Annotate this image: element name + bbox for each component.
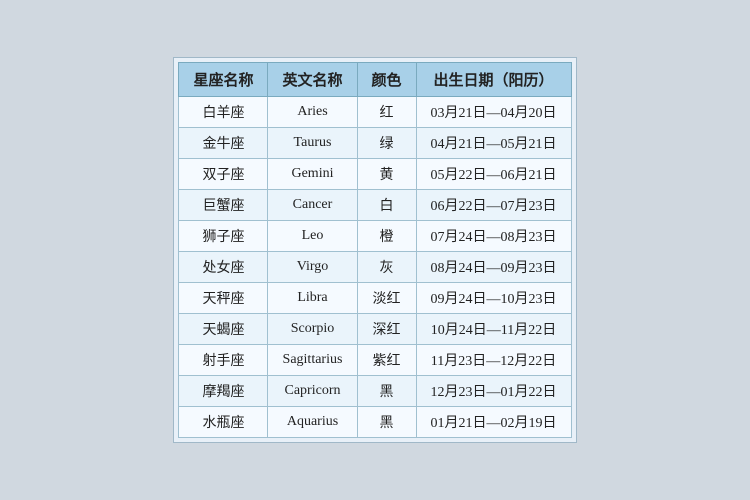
cell-chinese: 金牛座 xyxy=(179,128,268,159)
cell-dates: 06月22日—07月23日 xyxy=(416,190,571,221)
cell-chinese: 巨蟹座 xyxy=(179,190,268,221)
cell-english: Sagittarius xyxy=(268,345,357,376)
cell-color: 紫红 xyxy=(357,345,416,376)
cell-english: Capricorn xyxy=(268,376,357,407)
cell-dates: 05月22日—06月21日 xyxy=(416,159,571,190)
col-header-chinese: 星座名称 xyxy=(179,63,268,97)
col-header-dates: 出生日期（阳历） xyxy=(416,63,571,97)
cell-chinese: 狮子座 xyxy=(179,221,268,252)
cell-dates: 01月21日—02月19日 xyxy=(416,407,571,438)
cell-color: 橙 xyxy=(357,221,416,252)
cell-chinese: 天蝎座 xyxy=(179,314,268,345)
cell-english: Leo xyxy=(268,221,357,252)
cell-color: 灰 xyxy=(357,252,416,283)
cell-chinese: 射手座 xyxy=(179,345,268,376)
cell-chinese: 摩羯座 xyxy=(179,376,268,407)
table-row: 巨蟹座Cancer白06月22日—07月23日 xyxy=(179,190,571,221)
cell-color: 黑 xyxy=(357,407,416,438)
cell-color: 淡红 xyxy=(357,283,416,314)
cell-english: Cancer xyxy=(268,190,357,221)
table-row: 处女座Virgo灰08月24日—09月23日 xyxy=(179,252,571,283)
zodiac-table-wrapper: 星座名称 英文名称 颜色 出生日期（阳历） 白羊座Aries红03月21日—04… xyxy=(173,57,576,443)
zodiac-table: 星座名称 英文名称 颜色 出生日期（阳历） 白羊座Aries红03月21日—04… xyxy=(178,62,571,438)
cell-english: Gemini xyxy=(268,159,357,190)
col-header-english: 英文名称 xyxy=(268,63,357,97)
table-header-row: 星座名称 英文名称 颜色 出生日期（阳历） xyxy=(179,63,571,97)
cell-dates: 10月24日—11月22日 xyxy=(416,314,571,345)
cell-color: 绿 xyxy=(357,128,416,159)
cell-english: Aquarius xyxy=(268,407,357,438)
table-row: 白羊座Aries红03月21日—04月20日 xyxy=(179,97,571,128)
cell-dates: 09月24日—10月23日 xyxy=(416,283,571,314)
cell-chinese: 双子座 xyxy=(179,159,268,190)
col-header-color: 颜色 xyxy=(357,63,416,97)
table-row: 天蝎座Scorpio深红10月24日—11月22日 xyxy=(179,314,571,345)
cell-dates: 11月23日—12月22日 xyxy=(416,345,571,376)
cell-color: 红 xyxy=(357,97,416,128)
cell-dates: 03月21日—04月20日 xyxy=(416,97,571,128)
cell-english: Virgo xyxy=(268,252,357,283)
cell-english: Scorpio xyxy=(268,314,357,345)
table-row: 摩羯座Capricorn黑12月23日—01月22日 xyxy=(179,376,571,407)
cell-chinese: 水瓶座 xyxy=(179,407,268,438)
cell-dates: 08月24日—09月23日 xyxy=(416,252,571,283)
table-row: 水瓶座Aquarius黑01月21日—02月19日 xyxy=(179,407,571,438)
cell-color: 黑 xyxy=(357,376,416,407)
cell-color: 深红 xyxy=(357,314,416,345)
table-row: 狮子座Leo橙07月24日—08月23日 xyxy=(179,221,571,252)
table-row: 天秤座Libra淡红09月24日—10月23日 xyxy=(179,283,571,314)
cell-dates: 12月23日—01月22日 xyxy=(416,376,571,407)
cell-english: Taurus xyxy=(268,128,357,159)
cell-color: 黄 xyxy=(357,159,416,190)
cell-dates: 07月24日—08月23日 xyxy=(416,221,571,252)
cell-dates: 04月21日—05月21日 xyxy=(416,128,571,159)
cell-chinese: 天秤座 xyxy=(179,283,268,314)
cell-english: Libra xyxy=(268,283,357,314)
table-row: 双子座Gemini黄05月22日—06月21日 xyxy=(179,159,571,190)
cell-chinese: 处女座 xyxy=(179,252,268,283)
cell-english: Aries xyxy=(268,97,357,128)
cell-color: 白 xyxy=(357,190,416,221)
table-row: 金牛座Taurus绿04月21日—05月21日 xyxy=(179,128,571,159)
table-body: 白羊座Aries红03月21日—04月20日金牛座Taurus绿04月21日—0… xyxy=(179,97,571,438)
table-row: 射手座Sagittarius紫红11月23日—12月22日 xyxy=(179,345,571,376)
cell-chinese: 白羊座 xyxy=(179,97,268,128)
